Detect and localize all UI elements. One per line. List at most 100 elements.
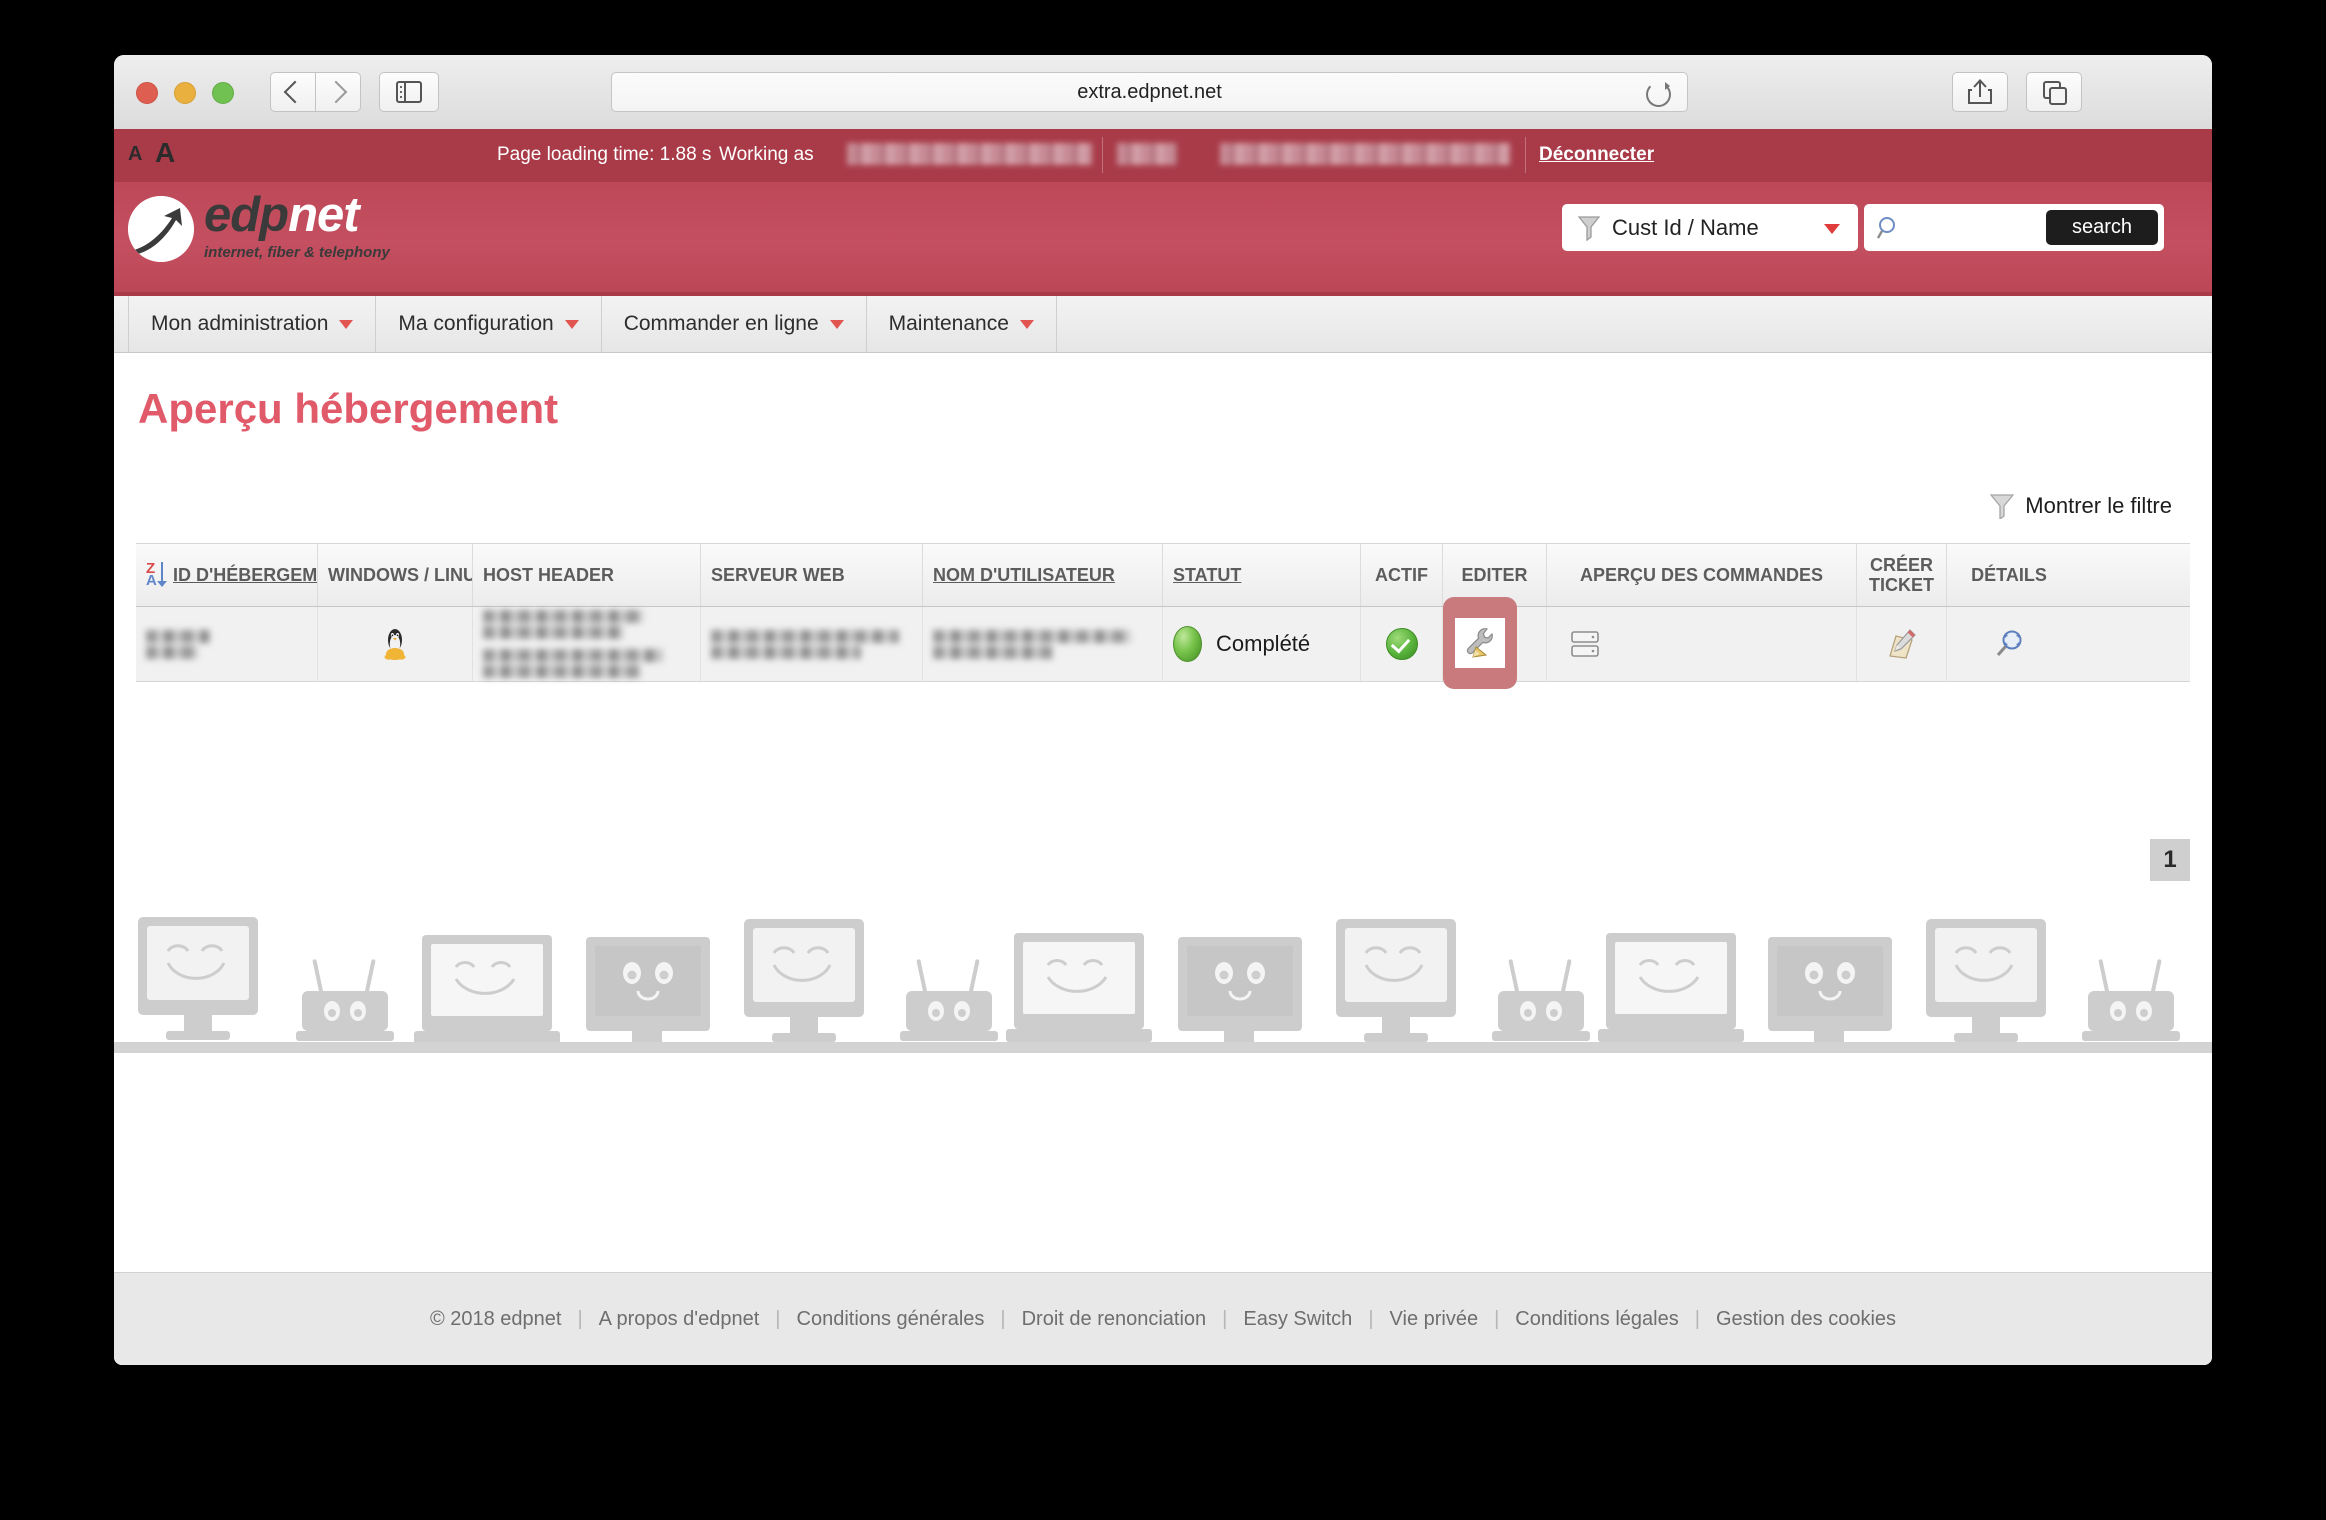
column-header-nom-utilisateur[interactable]: NOM D'UTILISATEUR xyxy=(923,544,1163,606)
column-label: STATUT xyxy=(1173,564,1242,585)
browser-toolbar: extra.edpnet.net + xyxy=(114,55,2212,130)
cell-apercu-commandes[interactable] xyxy=(1547,607,1857,681)
cell-creer-ticket[interactable] xyxy=(1857,607,1947,681)
search-input[interactable]: search xyxy=(1864,204,2164,251)
nav-label: Mon administration xyxy=(151,312,329,335)
footer-link-conditions-legales[interactable]: Conditions légales xyxy=(1515,1308,1678,1331)
font-size-large-button[interactable]: A xyxy=(155,137,175,169)
cell-host-header xyxy=(473,607,701,681)
column-header-statut[interactable]: STATUT xyxy=(1163,544,1361,606)
browser-window: extra.edpnet.net + A A Page loading time… xyxy=(114,55,2212,1365)
address-bar[interactable]: extra.edpnet.net xyxy=(611,72,1688,112)
tab-overview-button[interactable] xyxy=(2026,72,2082,112)
cell-os xyxy=(318,607,473,681)
footer-link-easy-switch[interactable]: Easy Switch xyxy=(1243,1308,1352,1331)
page-content: A A Page loading time: 1.88 s Working as… xyxy=(114,129,2212,1365)
cell-details[interactable] xyxy=(1947,607,2071,681)
logo-word-net: net xyxy=(288,188,359,242)
funnel-icon xyxy=(1990,494,2015,519)
nav-label: Maintenance xyxy=(888,312,1009,335)
column-label: SERVEUR WEB xyxy=(711,564,845,585)
footer-link-a-propos[interactable]: A propos d'edpnet xyxy=(599,1308,760,1331)
font-size-small-button[interactable]: A xyxy=(128,143,142,166)
column-label: DÉTAILS xyxy=(1971,564,2047,585)
table-row[interactable]: Complété xyxy=(136,597,2190,689)
search-scope-label: Cust Id / Name xyxy=(1612,214,1759,240)
sidebar-toggle-button[interactable] xyxy=(379,72,439,112)
illustration-baseline xyxy=(114,1042,2212,1053)
column-header-host-header: HOST HEADER xyxy=(473,544,701,606)
nav-item-mon-administration[interactable]: Mon administration xyxy=(128,296,377,352)
working-as-label: Working as xyxy=(719,144,814,165)
page-loading-time: Page loading time: 1.88 s xyxy=(497,144,712,165)
cell-editer[interactable] xyxy=(1443,597,1547,689)
caret-down-icon xyxy=(1019,319,1034,329)
footer-separator: | xyxy=(1222,1307,1228,1330)
nav-label: Ma configuration xyxy=(398,312,554,335)
logo-word-edp: edp xyxy=(204,188,289,242)
footer-separator: | xyxy=(1694,1307,1700,1330)
footer-copyright: © 2018 edpnet xyxy=(429,1307,562,1330)
linux-penguin-icon xyxy=(384,629,406,660)
logo-arrow-icon xyxy=(128,196,194,262)
main-navigation: Mon administration Ma configuration Comm… xyxy=(114,296,2212,353)
show-filter-link[interactable]: Montrer le filtre xyxy=(1990,493,2172,519)
reload-icon[interactable] xyxy=(1646,82,1671,107)
column-header-serveur-web: SERVEUR WEB xyxy=(701,544,923,606)
maximize-window-button[interactable] xyxy=(212,82,234,104)
column-header-hosting-id[interactable]: ZA ID D'HÉBERGEMEN xyxy=(136,544,318,606)
server-list-icon xyxy=(1571,631,1599,657)
show-filter-label: Montrer le filtre xyxy=(2025,493,2172,518)
nav-item-ma-configuration[interactable]: Ma configuration xyxy=(376,296,602,352)
cell-statut: Complété xyxy=(1163,607,1361,681)
edit-action-highlight xyxy=(1443,597,1517,689)
logo-tagline: internet, fiber & telephony xyxy=(204,244,390,261)
column-header-creer-ticket: CRÉER TICKET xyxy=(1857,544,1947,606)
device-faces-graphic xyxy=(136,915,2180,1053)
column-label: ACTIF xyxy=(1375,564,1428,585)
column-header-apercu-commandes: APERÇU DES COMMANDES xyxy=(1547,544,1857,606)
column-label: WINDOWS / LINUX xyxy=(328,564,473,585)
footer-separator: | xyxy=(577,1307,583,1330)
column-label: HOST HEADER xyxy=(483,564,615,585)
close-window-button[interactable] xyxy=(136,82,158,104)
sidebar-toggle-icon xyxy=(396,81,422,103)
divider xyxy=(1525,137,1526,173)
minimize-window-button[interactable] xyxy=(174,82,196,104)
share-button[interactable] xyxy=(1952,72,2008,112)
caret-down-icon xyxy=(339,319,354,329)
search-button[interactable]: search xyxy=(2046,210,2158,245)
search-scope-select[interactable]: Cust Id / Name xyxy=(1562,204,1858,251)
logout-link[interactable]: Déconnecter xyxy=(1539,144,1654,166)
back-button[interactable] xyxy=(270,72,316,112)
share-icon xyxy=(1968,79,1992,104)
pagination-current-page[interactable]: 1 xyxy=(2150,839,2190,881)
redacted-user-code xyxy=(1117,143,1177,165)
column-header-details: DÉTAILS xyxy=(1947,544,2071,606)
column-header-actif: ACTIF xyxy=(1361,544,1443,606)
magnifier-icon xyxy=(1876,216,1895,239)
table-header-row: ZA ID D'HÉBERGEMEN WINDOWS / LINUX HOST … xyxy=(136,543,2190,607)
footer-link-vie-privee[interactable]: Vie privée xyxy=(1390,1308,1479,1331)
footer-link-conditions-generales[interactable]: Conditions générales xyxy=(797,1308,985,1331)
nav-label: Commander en ligne xyxy=(623,312,819,335)
forward-button[interactable] xyxy=(315,72,361,112)
wrench-pencil-icon xyxy=(1466,628,1493,658)
edit-button[interactable] xyxy=(1455,618,1505,668)
search-area: Cust Id / Name search xyxy=(1562,204,2164,251)
green-check-icon xyxy=(1385,628,1418,660)
redacted-account-name xyxy=(1220,143,1510,165)
funnel-icon xyxy=(1578,216,1600,241)
footer-link-droit-renonciation[interactable]: Droit de renonciation xyxy=(1022,1308,1207,1331)
footer-separator: | xyxy=(1000,1307,1006,1330)
footer-link-gestion-cookies[interactable]: Gestion des cookies xyxy=(1716,1308,1896,1331)
chevron-left-icon xyxy=(283,80,307,104)
caret-down-icon xyxy=(829,319,844,329)
nav-item-maintenance[interactable]: Maintenance xyxy=(867,296,1057,352)
nav-item-commander-en-ligne[interactable]: Commander en ligne xyxy=(602,296,867,352)
column-label: ID D'HÉBERGEMEN xyxy=(173,564,318,585)
column-label: NOM D'UTILISATEUR xyxy=(933,564,1115,585)
caret-down-icon xyxy=(564,319,579,329)
edpnet-logo[interactable]: edpnet internet, fiber & telephony xyxy=(128,191,390,264)
decorative-devices-illustration xyxy=(114,903,2212,1053)
